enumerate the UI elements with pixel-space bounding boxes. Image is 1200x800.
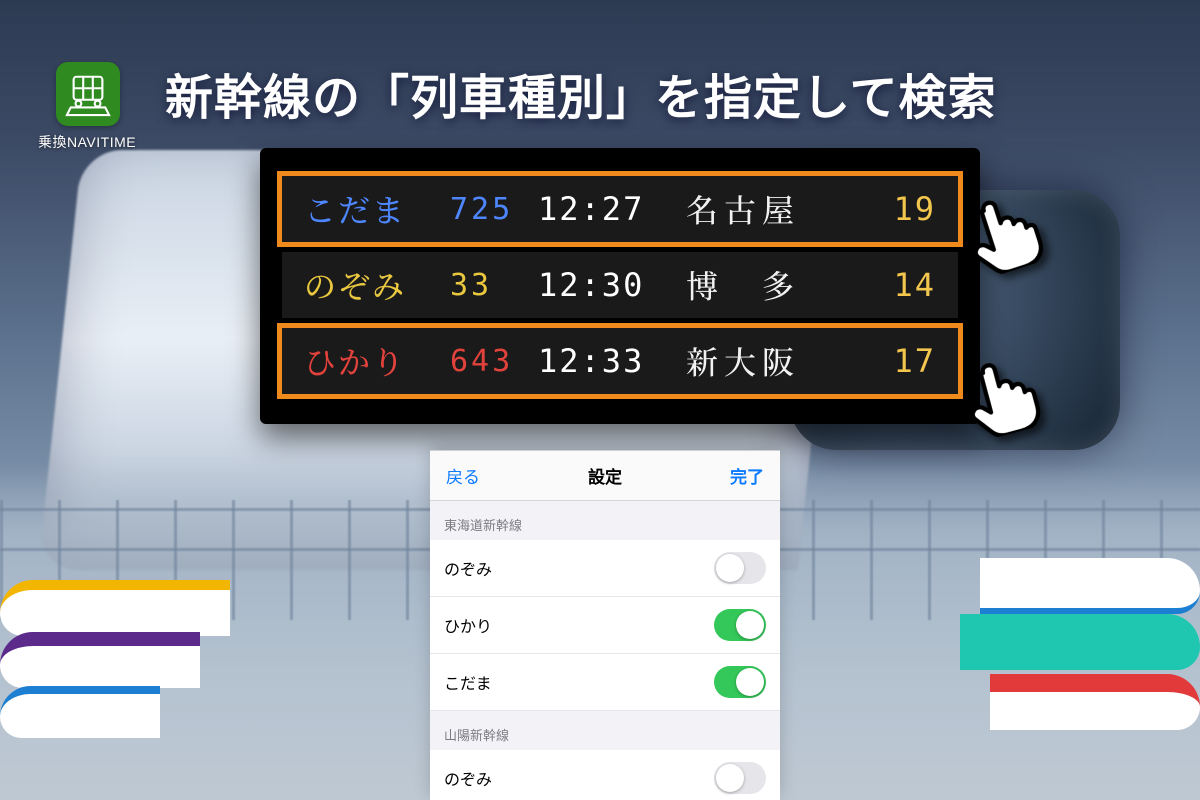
- section-header-tokaido: 東海道新幹線: [430, 501, 780, 540]
- train-name: こだま: [304, 186, 432, 232]
- platform-number: 14: [886, 266, 936, 304]
- platform-number: 17: [886, 342, 936, 380]
- toggle-switch[interactable]: [714, 666, 766, 698]
- board-row-nozomi[interactable]: のぞみ 33 12:30 博 多 14: [282, 252, 958, 318]
- toggle-row-hikari: ひかり: [430, 597, 780, 654]
- train-app-icon: [65, 71, 111, 117]
- destination: 名古屋: [686, 186, 868, 232]
- destination: 新大阪: [686, 338, 868, 384]
- done-button[interactable]: 完了: [730, 463, 764, 488]
- train-number: 643: [450, 344, 520, 379]
- settings-sheet: 戻る 設定 完了 東海道新幹線 のぞみ ひかり こだま 山陽新幹線 のぞみ: [430, 450, 780, 800]
- toggle-label: のぞみ: [444, 556, 492, 580]
- train-number: 33: [450, 268, 520, 303]
- app-icon: [56, 62, 120, 126]
- platform-number: 19: [886, 190, 936, 228]
- departure-time: 12:27: [538, 190, 668, 228]
- train-number: 725: [450, 192, 520, 227]
- app-name-label: 乗換NAVITIME: [38, 132, 136, 152]
- toggle-switch[interactable]: [714, 552, 766, 584]
- board-row-kodama[interactable]: こだま 725 12:27 名古屋 19: [282, 176, 958, 242]
- destination: 博 多: [686, 262, 868, 308]
- toggle-switch[interactable]: [714, 762, 766, 794]
- back-button[interactable]: 戻る: [446, 463, 480, 488]
- toggle-row-nozomi-sanyo: のぞみ: [430, 750, 780, 800]
- departure-board: こだま 725 12:27 名古屋 19 のぞみ 33 12:30 博 多 14…: [260, 148, 980, 424]
- sheet-navbar: 戻る 設定 完了: [430, 451, 780, 501]
- sheet-title: 設定: [588, 463, 622, 488]
- train-name: のぞみ: [304, 262, 432, 308]
- board-row-hikari[interactable]: ひかり 643 12:33 新大阪 17: [282, 328, 958, 394]
- decorative-trains-right: [940, 536, 1200, 736]
- toggle-switch[interactable]: [714, 609, 766, 641]
- toggle-label: のぞみ: [444, 766, 492, 790]
- toggle-label: ひかり: [444, 613, 492, 637]
- departure-time: 12:30: [538, 266, 668, 304]
- toggle-row-kodama: こだま: [430, 654, 780, 711]
- toggle-label: こだま: [444, 670, 492, 694]
- train-name: ひかり: [304, 338, 432, 384]
- toggle-row-nozomi: のぞみ: [430, 540, 780, 597]
- decorative-trains-left: [0, 556, 260, 736]
- headline-text: 新幹線の「列車種別」を指定して検索: [165, 58, 1160, 128]
- departure-time: 12:33: [538, 342, 668, 380]
- section-header-sanyo: 山陽新幹線: [430, 711, 780, 750]
